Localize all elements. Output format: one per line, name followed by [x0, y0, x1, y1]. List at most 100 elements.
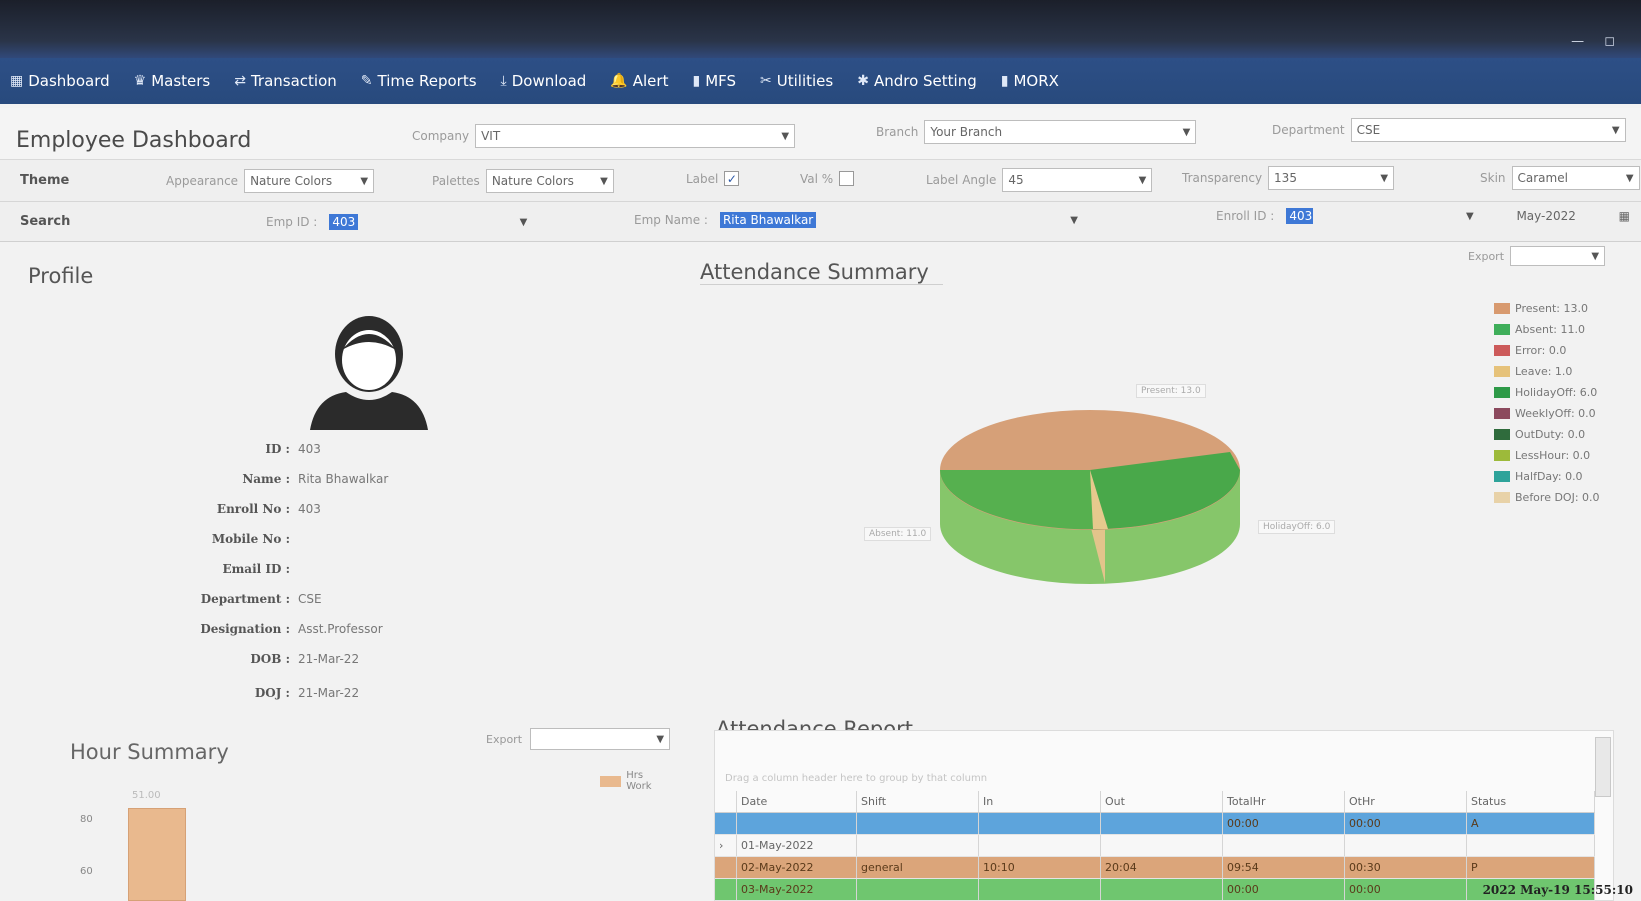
chevron-down-icon: ▼ — [600, 175, 608, 187]
column-header[interactable]: Out — [1101, 791, 1223, 812]
table-cell: 10:10 — [979, 857, 1101, 878]
hour-export-label: Export — [486, 732, 523, 746]
profile-field-row: Email ID : — [150, 562, 480, 576]
enroll-id-field[interactable]: 403 — [1280, 204, 1314, 228]
profile-field-row: Name : Rita Bhawalkar — [150, 472, 480, 486]
legend-swatch — [1494, 450, 1510, 461]
attendance-report-grid: Drag a column header here to group by th… — [714, 730, 1614, 901]
chevron-down-icon: ▼ — [1625, 172, 1634, 184]
menu-download[interactable]: ⤓ Download — [501, 72, 587, 90]
column-header[interactable]: TotalHr — [1223, 791, 1345, 812]
profile-field-value: CSE — [298, 592, 322, 606]
month-picker[interactable]: ▼ May-2022 ▦ — [1456, 204, 1636, 228]
legend-item: LessHour: 0.0 — [1494, 445, 1600, 466]
table-cell — [1101, 879, 1223, 900]
table-row[interactable]: 03-May-2022 00:00 00:00 — [715, 879, 1595, 901]
palettes-select[interactable]: Nature Colors ▼ — [485, 169, 614, 193]
emp-name-value: Rita Bhawalkar — [719, 212, 817, 228]
menu-label: Time Reports — [377, 72, 477, 90]
table-cell — [857, 879, 979, 900]
profile-field-row: Mobile No : — [150, 532, 480, 546]
table-cell: general — [857, 857, 979, 878]
profile-field-key: Enroll No : — [216, 502, 290, 516]
legend-label: Error: 0.0 — [1515, 344, 1567, 357]
menu-time-reports[interactable]: ✎ Time Reports — [361, 72, 477, 90]
label-checkbox[interactable]: ✓ — [724, 171, 740, 186]
column-header[interactable]: Date — [737, 791, 857, 812]
skin-value: Caramel — [1517, 171, 1568, 185]
legend-swatch — [1494, 303, 1510, 314]
theme-label: Theme — [20, 173, 70, 188]
menu-label: Download — [511, 72, 587, 90]
summary-export-select[interactable]: ▼ — [1510, 246, 1606, 266]
emp-id-label: Emp ID : — [266, 215, 318, 229]
y-tick-label: 60 — [80, 866, 93, 877]
download-icon: ⤓ — [500, 73, 507, 89]
transparency-value: 135 — [1274, 171, 1297, 185]
label-angle-select[interactable]: 45 ▼ — [1002, 168, 1153, 192]
profile-field-row: DOJ : 21-Mar-22 — [150, 686, 480, 700]
dashboard-icon: ▦ — [10, 73, 24, 89]
menu-utilities[interactable]: ✂ Utilities — [760, 72, 833, 90]
menu-label: MORX — [1013, 72, 1059, 90]
chevron-down-icon: ▼ — [656, 733, 665, 745]
page-title: Employee Dashboard — [16, 128, 252, 153]
department-select[interactable]: CSE ▼ — [1350, 118, 1626, 142]
table-cell — [1101, 813, 1223, 834]
menu-alert[interactable]: 🔔 Alert — [610, 72, 668, 90]
transaction-icon: ⇄ — [234, 73, 246, 89]
profile-field-value: 21-Mar-22 — [298, 652, 360, 666]
company-select[interactable]: VIT ▼ — [475, 124, 796, 148]
legend-item: Error: 0.0 — [1494, 340, 1600, 361]
company-label: Company — [412, 129, 470, 143]
emp-name-combo[interactable]: Rita Bhawalkar ▼ — [714, 208, 1084, 232]
profile-field-key: Department : — [200, 592, 290, 606]
calendar-icon[interactable]: ▦ — [1619, 209, 1630, 223]
profile-field-value — [290, 532, 298, 546]
profile-field-value: 403 — [298, 442, 321, 456]
menu-transaction[interactable]: ⇄ Transaction — [234, 72, 337, 90]
legend-label: HalfDay: 0.0 — [1515, 470, 1583, 483]
column-header[interactable]: Status — [1467, 791, 1595, 812]
profile-field-row: DOB : 21-Mar-22 — [150, 652, 480, 666]
table-row[interactable]: › 01-May-2022 — [715, 835, 1595, 857]
skin-label: Skin — [1480, 171, 1506, 185]
hour-export-select[interactable]: ▼ — [530, 728, 671, 750]
menu-andro-setting[interactable]: ✱ Andro Setting — [857, 72, 977, 90]
table-row[interactable]: 02-May-2022 general 10:10 20:04 09:54 00:30 P — [715, 857, 1595, 879]
branch-select[interactable]: Your Branch ▼ — [924, 120, 1197, 144]
vertical-scrollbar[interactable] — [1595, 737, 1611, 797]
table-header-row: Date Shift In Out TotalHr OtHr Status — [715, 791, 1595, 813]
legend-label: OutDuty: 0.0 — [1515, 428, 1586, 441]
column-header[interactable] — [715, 791, 737, 812]
column-header[interactable]: Shift — [857, 791, 979, 812]
header-row: Employee Dashboard Company VIT ▼ Branch … — [0, 108, 1641, 160]
menu-masters[interactable]: ♛ Masters — [134, 72, 211, 90]
appearance-label: Appearance — [166, 174, 239, 188]
report-table: Date Shift In Out TotalHr OtHr Status 00:00 00:0… — [715, 791, 1595, 901]
avatar-icon — [310, 316, 428, 430]
menu-mfs[interactable]: ▮ MFS — [692, 72, 736, 90]
emp-id-combo[interactable]: 403 ▼ — [323, 210, 533, 234]
menu-label: MFS — [705, 72, 737, 90]
label-toggle-label: Label — [686, 171, 719, 186]
column-header[interactable]: OtHr — [1345, 791, 1467, 812]
pie-label-holiday: HolidayOff: 6.0 — [1258, 520, 1336, 534]
transparency-select[interactable]: 135 ▼ — [1268, 166, 1395, 190]
legend-item: Leave: 1.0 — [1494, 361, 1600, 382]
window-controls[interactable]: — ◻ — [1571, 34, 1623, 49]
summary-export: Export ▼ — [1468, 246, 1606, 266]
table-cell — [715, 813, 737, 834]
menu-dashboard[interactable]: ▦ Dashboard — [10, 72, 110, 90]
column-header[interactable]: In — [979, 791, 1101, 812]
menu-morx[interactable]: ▮ MORX — [1001, 72, 1059, 90]
appearance-value: Nature Colors — [250, 174, 333, 188]
val-percent-checkbox[interactable] — [839, 171, 855, 186]
table-row[interactable]: 00:00 00:00 A — [715, 813, 1595, 835]
table-cell — [979, 835, 1101, 856]
bar-data-label: 51.00 — [132, 790, 161, 801]
skin-select[interactable]: Caramel ▼ — [1511, 166, 1640, 190]
appearance-select[interactable]: Nature Colors ▼ — [244, 169, 375, 193]
table-cell: 00:30 — [1345, 857, 1467, 878]
enroll-id-label: Enroll ID : — [1216, 209, 1275, 223]
